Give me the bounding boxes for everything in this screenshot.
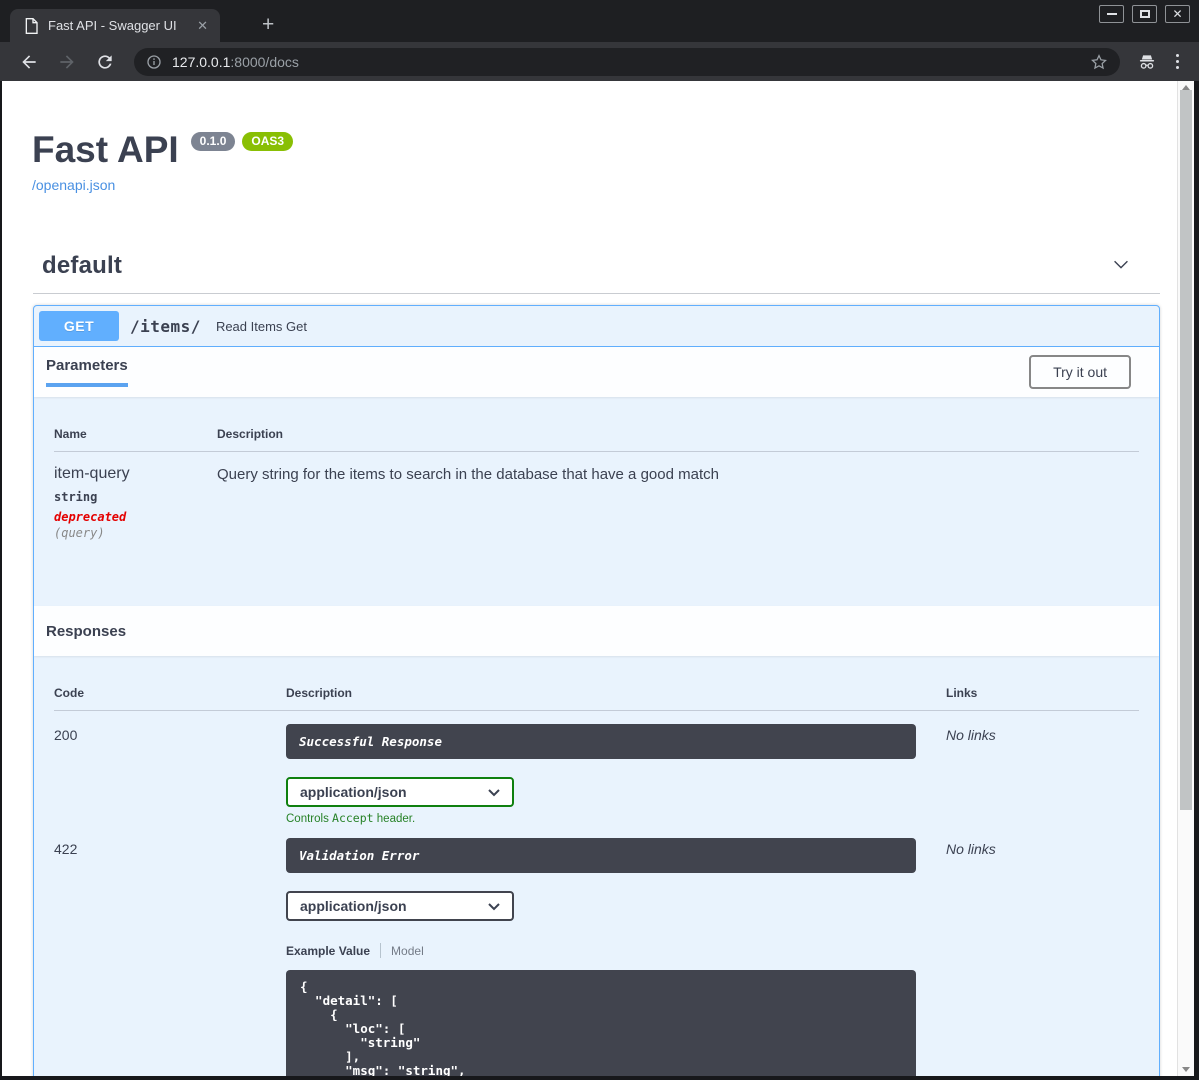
chevron-down-icon[interactable] (1110, 253, 1132, 280)
url-text[interactable]: 127.0.0.1:8000/docs (172, 54, 1076, 70)
response-code-422: 422 (54, 841, 78, 857)
responses-title: Responses (46, 622, 127, 640)
api-info-section: Fast API 0.1.0 OAS3 /openapi.json (2, 81, 1177, 195)
parameters-table-head: Name Description (54, 427, 1139, 452)
example-json-block: { "detail": [ { "loc": [ "string" ], "ms… (286, 970, 916, 1076)
example-model-tabs: Example Value Model (286, 943, 946, 958)
accept-note-suffix: header. (373, 813, 416, 825)
tag-section-default: default GET /items/ Read Items Get Param… (33, 252, 1160, 1076)
tag-name: default (42, 252, 123, 279)
responses-table: Code Description Links 200 Successful Re… (34, 656, 1159, 1076)
parameters-table: Name Description item-query string depre… (34, 397, 1159, 606)
responses-table-head: Code Description Links (54, 686, 1139, 711)
tab-model[interactable]: Model (391, 944, 424, 958)
select-chevron-icon (488, 784, 500, 800)
url-path: :8000/docs (230, 53, 299, 70)
tag-header[interactable]: default (33, 252, 1160, 294)
controls-accept-header-note: Controls Accept header. (286, 811, 946, 825)
forward-button[interactable] (57, 52, 77, 72)
new-tab-button[interactable]: + (262, 13, 274, 37)
opblock-header[interactable]: GET /items/ Read Items Get (34, 306, 1159, 347)
window-minimize-button[interactable] (1099, 5, 1124, 23)
openapi-spec-link[interactable]: /openapi.json (32, 177, 115, 193)
media-type-value-200: application/json (300, 784, 407, 800)
parameter-type: string (54, 490, 98, 504)
parameters-section-header: Parameters Try it out (34, 347, 1159, 397)
tab-separator (380, 943, 382, 958)
parameter-row: item-query string deprecated (query) Que… (54, 452, 1139, 606)
swagger-ui-page: Fast API 0.1.0 OAS3 /openapi.json default … (2, 81, 1177, 1076)
tab-close-icon[interactable]: ✕ (193, 18, 212, 34)
browser-toolbar: 127.0.0.1:8000/docs (0, 42, 1199, 81)
media-type-value-422: application/json (300, 898, 407, 914)
minimize-icon (1106, 13, 1117, 15)
parameters-tab-underline (46, 383, 128, 387)
response-code-header: Code (54, 686, 84, 700)
reload-button[interactable] (95, 52, 115, 72)
response-row-200: 200 Successful Response application/json… (54, 724, 1139, 825)
oas3-badge: OAS3 (242, 132, 294, 151)
page-favicon-icon (24, 17, 38, 34)
api-title-text: Fast API (32, 129, 179, 170)
try-it-out-button[interactable]: Try it out (1029, 355, 1131, 389)
bookmark-star-icon[interactable] (1084, 53, 1114, 71)
param-description-header: Description (217, 427, 284, 441)
address-bar[interactable]: 127.0.0.1:8000/docs (134, 47, 1120, 76)
parameter-name: item-query (54, 465, 130, 482)
response-422-description-box: Validation Error (286, 838, 916, 873)
response-links-header: Links (946, 686, 978, 700)
incognito-badge-icon (1136, 52, 1158, 72)
scrollbar-thumb[interactable] (1180, 90, 1192, 810)
page-scrollbar[interactable] (1177, 81, 1194, 1076)
responses-section-header: Responses (34, 606, 1159, 656)
response-code-200: 200 (54, 727, 78, 743)
response-422-links: No links (946, 841, 996, 857)
parameters-tab: Parameters (46, 357, 128, 387)
scrollbar-down-arrow-icon[interactable] (1178, 1067, 1194, 1072)
browser-chrome: Fast API - Swagger UI ✕ + ✕ 127.0.0.1:80 (0, 0, 1199, 81)
response-description-header: Description (286, 686, 353, 700)
response-200-links: No links (946, 727, 996, 743)
window-close-button[interactable]: ✕ (1165, 5, 1190, 23)
accept-note-code: Accept (332, 811, 374, 825)
version-badge: 0.1.0 (190, 132, 236, 151)
response-200-description-box: Successful Response (286, 724, 916, 759)
tab-example-value[interactable]: Example Value (286, 944, 370, 958)
param-name-header: Name (54, 427, 87, 441)
page-viewport: Fast API 0.1.0 OAS3 /openapi.json default … (2, 81, 1194, 1076)
media-type-select-200[interactable]: application/json (286, 777, 514, 807)
select-chevron-icon (488, 898, 500, 914)
back-button[interactable] (19, 52, 39, 72)
media-type-select-422[interactable]: application/json (286, 891, 514, 921)
site-info-icon[interactable] (146, 54, 162, 70)
tab-title: Fast API - Swagger UI (48, 18, 177, 33)
maximize-icon (1139, 10, 1150, 18)
parameter-location: (query) (54, 526, 105, 540)
operation-path: /items/ (130, 316, 201, 336)
accept-note-prefix: Controls (286, 813, 333, 825)
method-badge-get: GET (39, 311, 119, 341)
url-host: 127.0.0.1 (172, 53, 231, 70)
parameter-description: Query string for the items to search in … (217, 466, 719, 483)
browser-tab[interactable]: Fast API - Swagger UI ✕ (10, 9, 220, 42)
example-json-code: { "detail": [ { "loc": [ "string" ], "ms… (300, 979, 466, 1077)
parameters-title: Parameters (46, 357, 128, 374)
opblock-get-items: GET /items/ Read Items Get Parameters Tr… (33, 305, 1160, 1076)
api-title: Fast API 0.1.0 OAS3 (32, 131, 1157, 168)
close-icon: ✕ (1172, 7, 1183, 21)
operation-summary: Read Items Get (215, 318, 307, 334)
response-row-422: 422 Validation Error application/json Ex… (54, 838, 1139, 1076)
parameter-deprecated-label: deprecated (54, 510, 127, 524)
browser-menu-button[interactable] (1176, 54, 1179, 69)
window-maximize-button[interactable] (1132, 5, 1157, 23)
